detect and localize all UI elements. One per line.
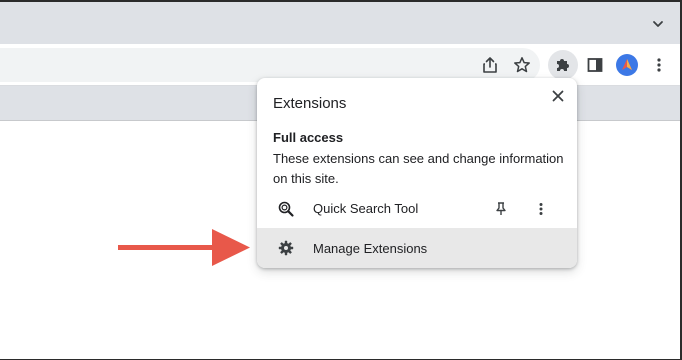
kebab-icon [539, 203, 543, 215]
manage-extensions-item[interactable]: Manage Extensions [257, 228, 577, 268]
extensions-popup: Extensions Full access These extensions … [257, 78, 577, 268]
bookmark-button[interactable] [507, 50, 537, 80]
more-options-button[interactable] [531, 199, 551, 219]
tab-strip [0, 0, 682, 44]
section-heading: Full access [273, 130, 344, 145]
extensions-button[interactable] [548, 50, 578, 80]
avatar [616, 54, 638, 76]
annotation-arrow [118, 229, 250, 266]
side-panel-button[interactable] [580, 50, 610, 80]
extension-name: Quick Search Tool [313, 201, 419, 216]
kebab-icon [657, 58, 661, 72]
puzzle-icon [557, 59, 569, 71]
popup-title: Extensions [273, 95, 347, 112]
star-icon [514, 57, 530, 73]
chevron-down-icon [653, 21, 663, 27]
close-icon [552, 90, 564, 102]
paper-plane-icon [622, 59, 632, 70]
side-panel-icon [587, 58, 603, 72]
manage-extensions-label: Manage Extensions [313, 241, 428, 256]
close-button[interactable] [547, 85, 569, 107]
gear-icon [278, 240, 294, 256]
share-icon [483, 57, 497, 73]
tab-search-button[interactable] [648, 14, 668, 34]
section-description: These extensions can see and change info… [273, 151, 564, 186]
extension-row[interactable]: Quick Search Tool [257, 191, 577, 227]
profile-button[interactable] [612, 50, 642, 80]
address-bar[interactable] [0, 48, 540, 82]
magnifier-icon [278, 201, 294, 217]
menu-button[interactable] [644, 50, 674, 80]
share-button[interactable] [475, 50, 505, 80]
pin-button[interactable] [491, 199, 511, 219]
pin-icon [496, 202, 506, 215]
